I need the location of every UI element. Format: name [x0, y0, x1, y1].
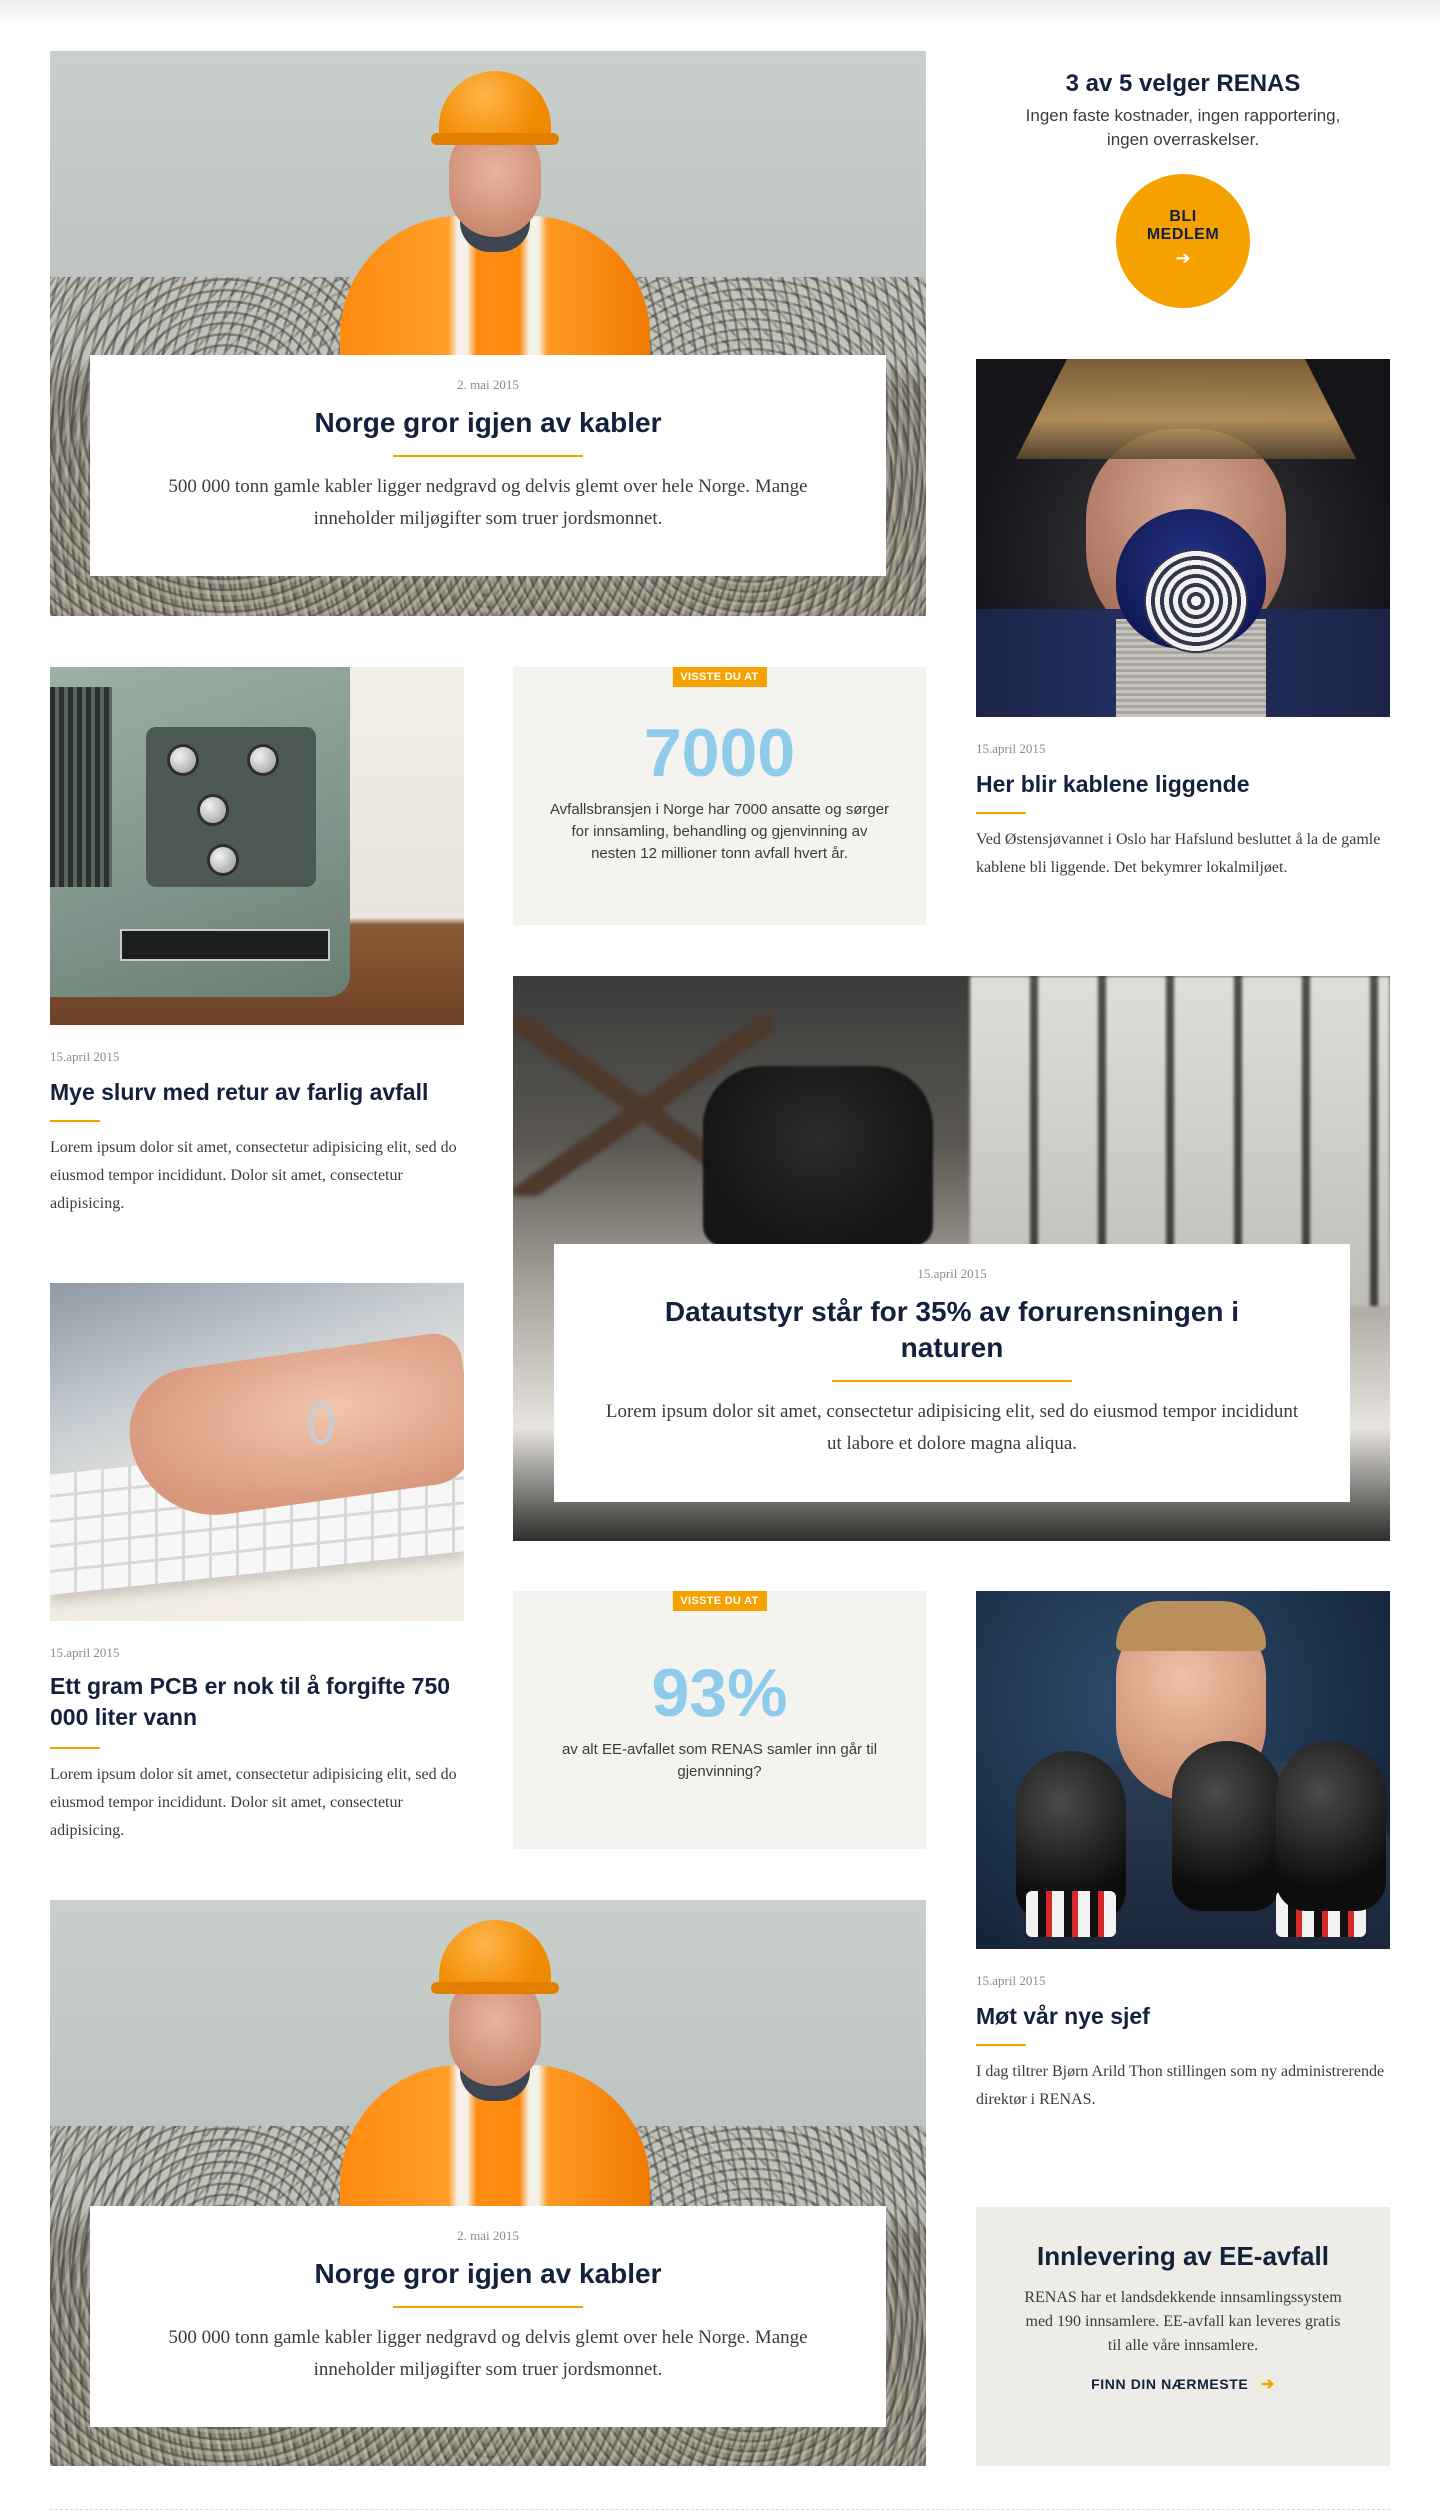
find-nearest-label: FINN DIN NÆRMESTE — [1091, 2376, 1249, 2392]
feature-office-date: 15.april 2015 — [917, 1266, 987, 1281]
cta-heading: 3 av 5 velger RENAS — [1065, 70, 1301, 97]
find-nearest-link[interactable]: FINN DIN NÆRMESTE ➔ — [976, 2374, 1390, 2394]
top-shadow-bar — [0, 0, 1440, 28]
article-pcb-date: 15.april 2015 — [50, 1645, 120, 1660]
article-pcb-text: Lorem ipsum dolor sit amet, consectetur … — [50, 1766, 457, 1839]
title-underline — [393, 455, 583, 457]
welder-photo[interactable] — [976, 359, 1390, 717]
projector-photo[interactable] — [50, 667, 464, 1025]
feature-top-date: 2. mai 2015 — [457, 377, 519, 392]
article-boss: 15.april 2015 Møt vår nye sjef I dag til… — [976, 1973, 1390, 2114]
article-waste-text: Lorem ipsum dolor sit amet, consectetur … — [50, 1139, 457, 1212]
feature-office-title[interactable]: Datautstyr står for 35% av forurensninge… — [632, 1294, 1272, 1366]
fact-number: 7000 — [643, 715, 796, 791]
boxer-photo[interactable] — [976, 1591, 1390, 1949]
article-boss-title[interactable]: Møt vår nye sjef — [976, 2003, 1390, 2030]
article-cables-text: Ved Østensjøvannet i Oslo har Hafslund b… — [976, 831, 1381, 876]
fact-card-7000: VISSTE DU AT 7000 Avfallsbransjen i Norg… — [513, 667, 926, 925]
feature-office-card[interactable]: 15.april 2015 Datautstyr står for 35% av… — [554, 1244, 1350, 1502]
article-cables-title[interactable]: Her blir kablene liggende — [976, 771, 1390, 798]
feature-top-title[interactable]: Norge gror igjen av kabler — [90, 407, 886, 439]
title-underline — [976, 2044, 1026, 2046]
ee-waste-info-box: Innlevering av EE-avfall RENAS har et la… — [976, 2207, 1390, 2466]
title-underline — [50, 1120, 100, 1122]
title-underline — [976, 812, 1026, 814]
worker-figure — [335, 1920, 655, 2265]
article-waste-title[interactable]: Mye slurv med retur av farlig avfall — [50, 1079, 464, 1106]
fact-number: 93% — [651, 1655, 788, 1731]
footer-divider — [50, 2509, 1390, 2510]
arrow-right-icon: ➔ — [1175, 248, 1191, 268]
fact-tag: VISSTE DU AT — [672, 667, 767, 687]
keyboard-photo[interactable] — [50, 1283, 464, 1621]
article-waste-date: 15.april 2015 — [50, 1049, 120, 1064]
article-pcb-title[interactable]: Ett gram PCB er nok til å forgifte 750 0… — [50, 1671, 470, 1733]
become-member-button[interactable]: BLI MEDLEM ➔ — [1116, 174, 1250, 308]
article-cables-date: 15.april 2015 — [976, 741, 1046, 756]
become-member-line1: BLI — [1169, 208, 1197, 225]
article-cables: 15.april 2015 Her blir kablene liggende … — [976, 741, 1390, 882]
feature-bottom-date: 2. mai 2015 — [457, 2228, 519, 2243]
feature-bottom-text: 500 000 tonn gamle kabler ligger nedgrav… — [168, 2327, 808, 2380]
title-underline — [832, 1380, 1072, 1382]
info-box-title: Innlevering av EE-avfall — [1037, 2241, 1329, 2271]
fact-card-93: VISSTE DU AT 93% av alt EE-avfallet som … — [513, 1591, 926, 1849]
become-member-line2: MEDLEM — [1146, 226, 1220, 243]
feature-top-text: 500 000 tonn gamle kabler ligger nedgrav… — [168, 476, 808, 529]
arrow-right-icon: ➔ — [1260, 2376, 1275, 2393]
article-boss-text: I dag tiltrer Bjørn Arild Thon stillinge… — [976, 2063, 1385, 2108]
article-boss-date: 15.april 2015 — [976, 1973, 1046, 1988]
feature-bottom-card[interactable]: 2. mai 2015 Norge gror igjen av kabler 5… — [90, 2206, 886, 2427]
feature-bottom-title[interactable]: Norge gror igjen av kabler — [90, 2258, 886, 2290]
title-underline — [393, 2306, 583, 2308]
feature-top-card[interactable]: 2. mai 2015 Norge gror igjen av kabler 5… — [90, 355, 886, 576]
article-pcb: 15.april 2015 Ett gram PCB er nok til å … — [50, 1645, 470, 1845]
worker-figure — [335, 71, 655, 416]
article-waste: 15.april 2015 Mye slurv med retur av far… — [50, 1049, 464, 1218]
feature-office-text: Lorem ipsum dolor sit amet, consectetur … — [605, 1401, 1299, 1454]
fact-tag: VISSTE DU AT — [672, 1591, 767, 1611]
info-box-text: RENAS har et landsdekkende innsamlingssy… — [1024, 2289, 1342, 2354]
cta-block: 3 av 5 velger RENAS Ingen faste kostnade… — [976, 70, 1390, 152]
fact-text: av alt EE-avfallet som RENAS samler inn … — [561, 1741, 878, 1780]
title-underline — [50, 1747, 100, 1749]
cta-text: Ingen faste kostnader, ingen rapporterin… — [1025, 106, 1341, 149]
fact-text: Avfallsbransjen i Norge har 7000 ansatte… — [549, 801, 890, 862]
